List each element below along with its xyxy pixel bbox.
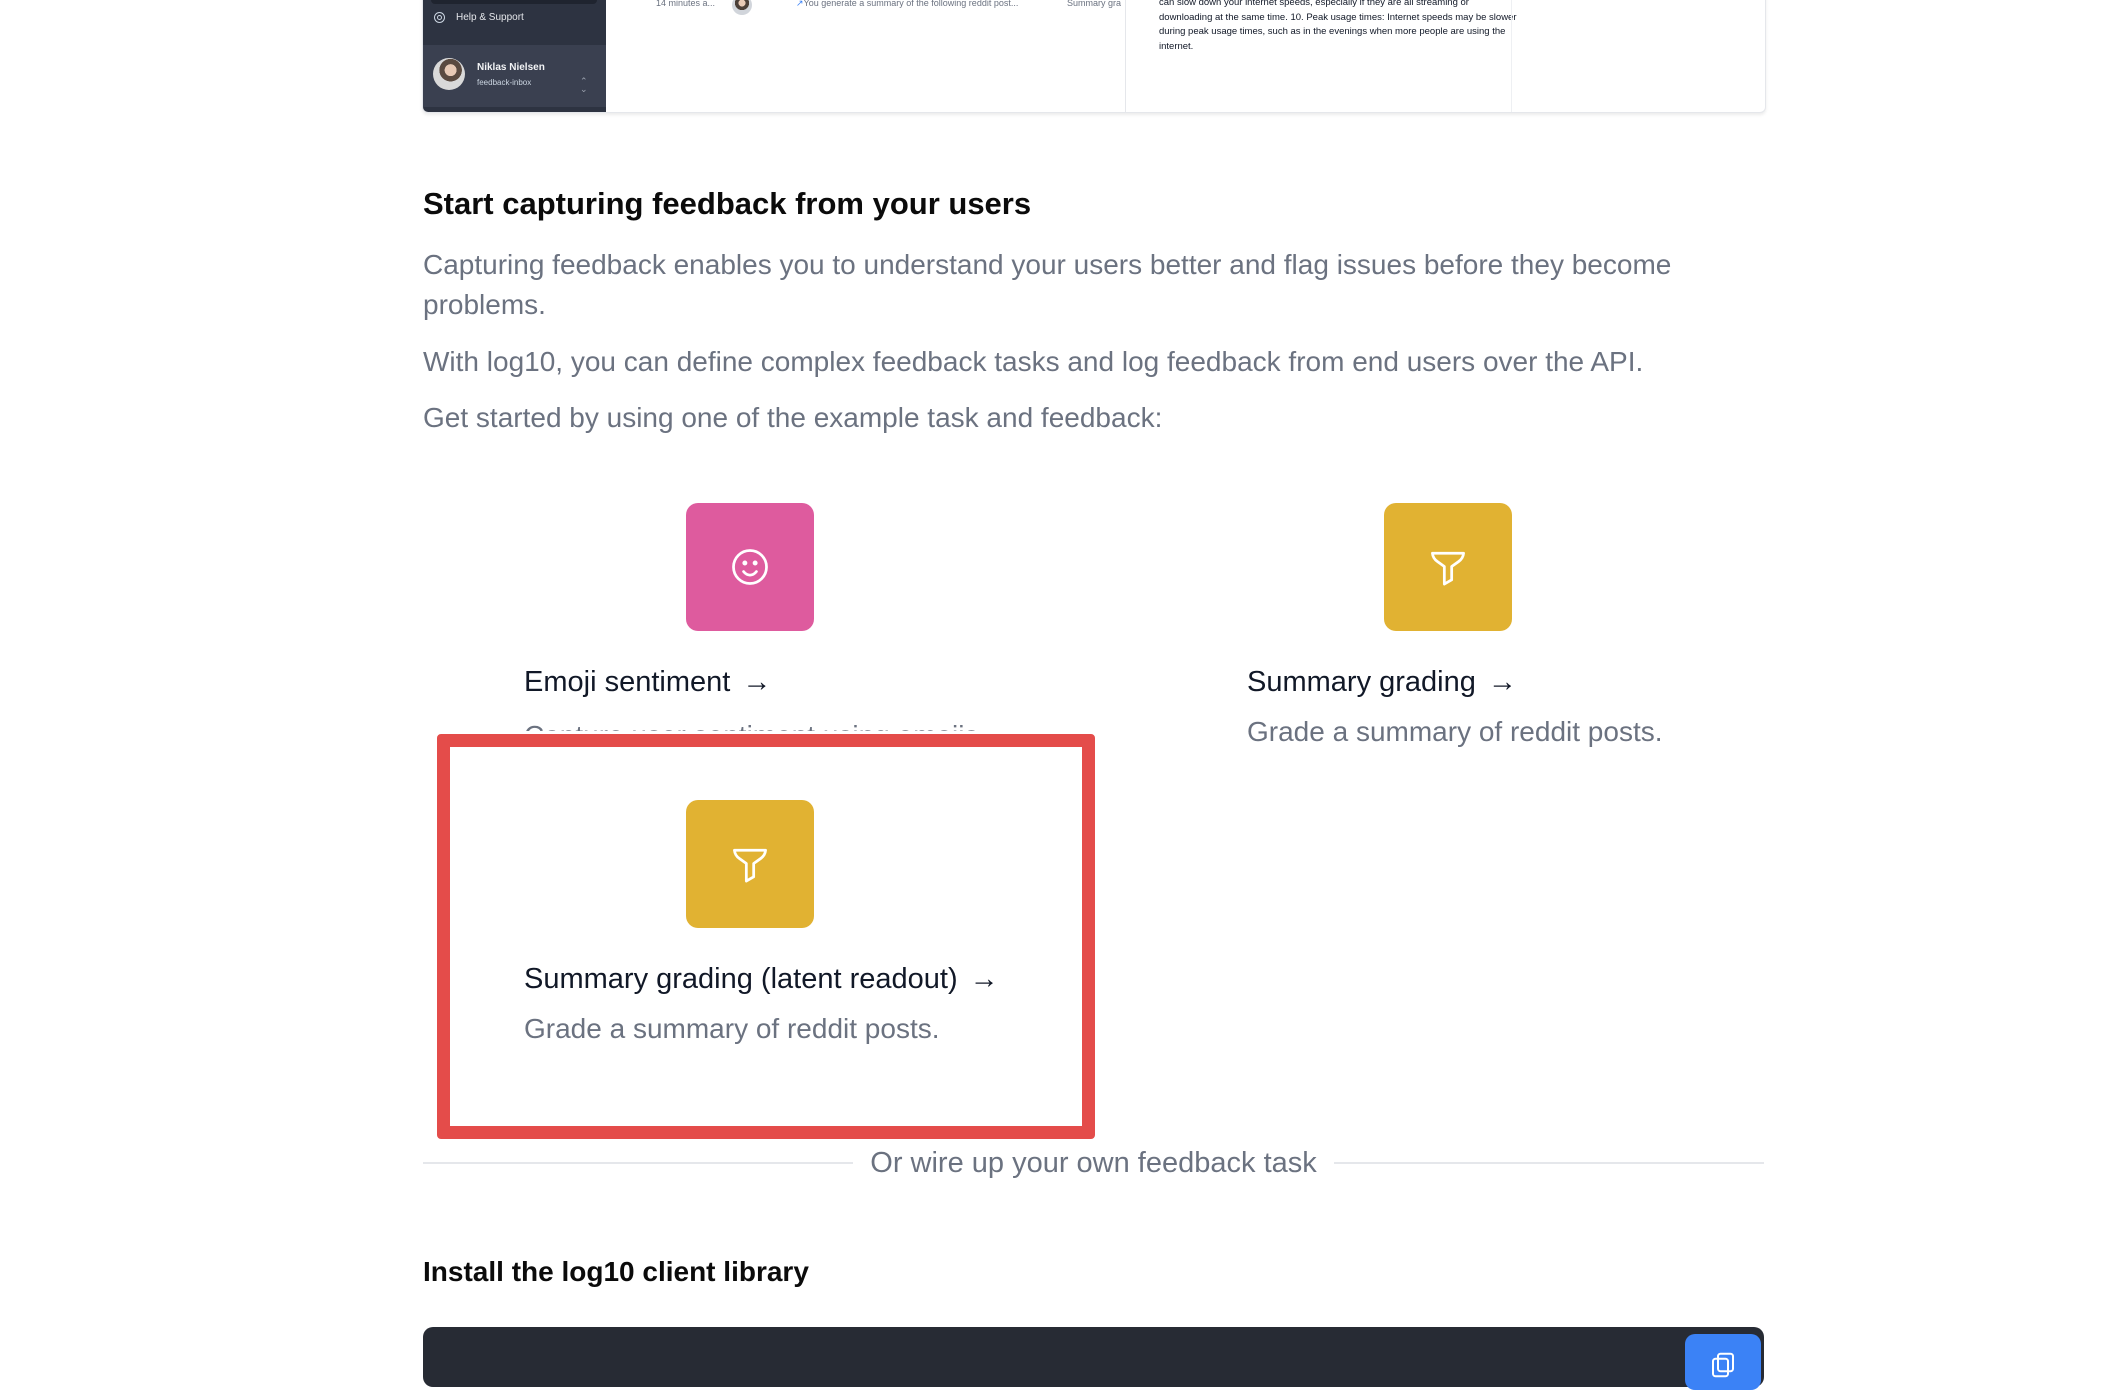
card-description: Grade a summary of reddit posts.: [1247, 716, 1663, 747]
avatar: [433, 58, 465, 90]
chevron-up-down-icon: ⌃ ⌄: [580, 76, 588, 94]
preview-help-support: Help & Support: [434, 10, 524, 24]
divider-line: [1333, 1162, 1765, 1164]
clipboard-icon: [1712, 1352, 1734, 1378]
highlight-box: [437, 734, 1095, 1139]
preview-divider: [1511, 0, 1512, 112]
preview-row-prompt: ↗You generate a summary of the following…: [796, 0, 1018, 9]
preview-completions-list: 14 minutes a... ↗You generate a summary …: [628, 0, 1122, 112]
preview-sidebar: Help & Support Niklas Nielsen feedback-i…: [423, 0, 606, 112]
arrow-right-icon: →: [742, 666, 772, 698]
funnel-icon: [733, 848, 767, 883]
card-description: Capture user sentiment using emojis.: [524, 716, 986, 731]
intro-paragraph: With log10, you can define complex feedb…: [423, 346, 1644, 377]
code-block: [423, 1327, 1764, 1387]
card-title: Summary grading (latent readout): [524, 963, 958, 995]
card-description: Grade a summary of reddit posts.: [524, 1013, 940, 1044]
intro-paragraph: Get started by using one of the example …: [423, 402, 1163, 433]
preview-user-org: feedback-inbox: [477, 78, 532, 87]
preview-row-time: 14 minutes a...: [656, 0, 716, 8]
preview-help-label: Help & Support: [456, 11, 524, 23]
summary-grading-card-link[interactable]: Summary grading →: [1247, 666, 1517, 699]
preview-user-menu: Niklas Nielsen feedback-inbox ⌃ ⌄: [423, 45, 606, 107]
emoji-sentiment-card-link[interactable]: Emoji sentiment →: [524, 666, 771, 699]
avatar: [732, 0, 752, 15]
arrow-right-icon: →: [1487, 666, 1517, 698]
summary-grading-latent-card-link[interactable]: Summary grading (latent readout) →: [524, 963, 999, 996]
app-preview-screenshot: Help & Support Niklas Nielsen feedback-i…: [422, 0, 1766, 113]
smiley-icon: [732, 549, 768, 585]
funnel-icon: [1431, 551, 1465, 586]
card-title: Emoji sentiment: [524, 666, 731, 698]
lifebuoy-icon: [434, 11, 445, 23]
preview-detail-panel: can slow down your internet speeds, espe…: [1125, 0, 1526, 112]
intro-paragraph: Capturing feedback enables you to unders…: [423, 249, 1672, 320]
page-title: Start capturing feedback from your users: [423, 186, 1032, 221]
preview-user-name: Niklas Nielsen: [477, 62, 545, 73]
emoji-sentiment-card-icon[interactable]: [686, 503, 814, 631]
preview-row-task: Summary gra: [1067, 0, 1122, 8]
install-section-title: Install the log10 client library: [423, 1256, 809, 1287]
arrow-up-right-icon: ↗: [796, 0, 804, 8]
preview-detail-text: can slow down your internet speeds, espe…: [1159, 0, 1517, 52]
summary-grading-card-icon[interactable]: [1384, 503, 1512, 631]
or-divider: Or wire up your own feedback task: [423, 1143, 1765, 1183]
copy-button[interactable]: [1685, 1334, 1761, 1390]
arrow-right-icon: →: [969, 963, 999, 995]
divider-line: [423, 1162, 854, 1164]
card-title: Summary grading: [1247, 666, 1476, 698]
divider-text: Or wire up your own feedback task: [870, 1146, 1317, 1179]
summary-grading-latent-card-icon[interactable]: [686, 800, 814, 928]
preview-row-prompt-text: You generate a summary of the following …: [803, 0, 1019, 8]
preview-sidebar-topbar: [431, 0, 597, 4]
